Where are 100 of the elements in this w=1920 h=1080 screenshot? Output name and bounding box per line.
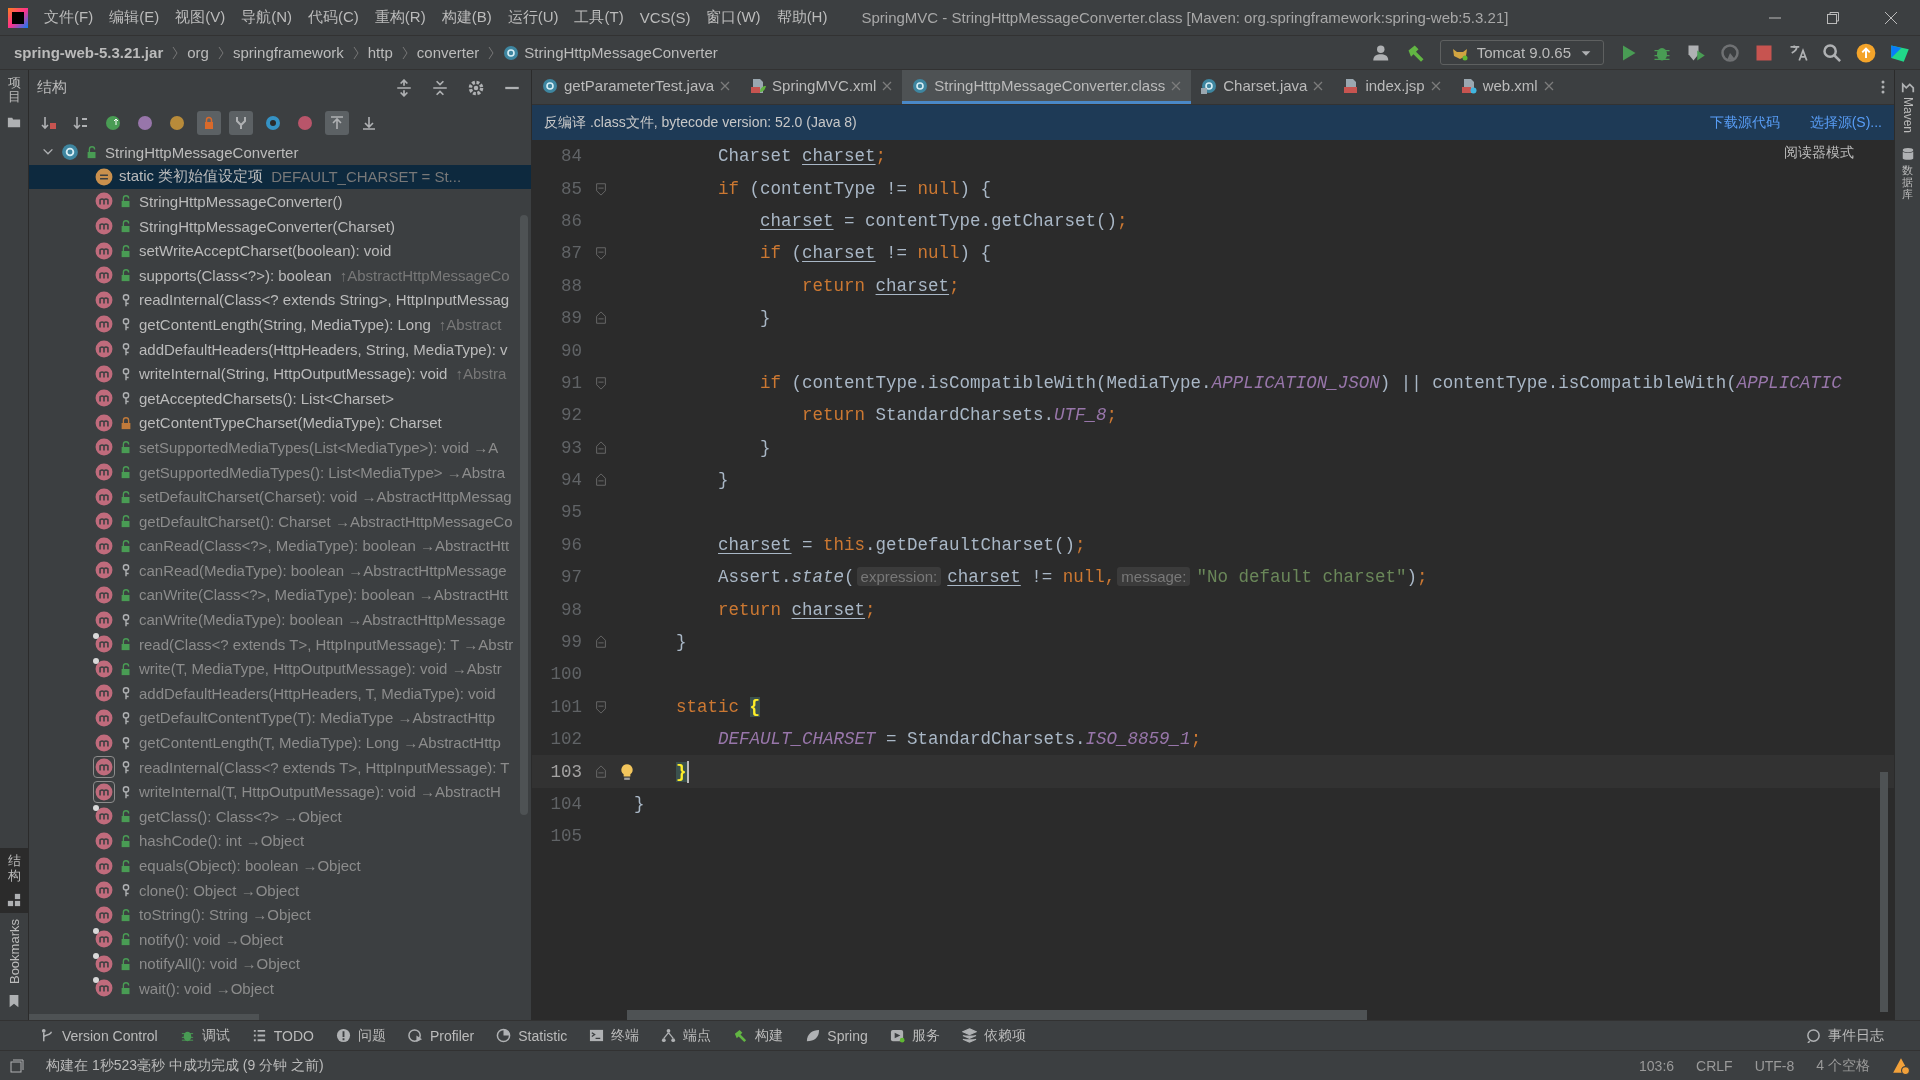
tree-item[interactable]: addDefaultHeaders(HttpHeaders, String, MediaType): v <box>139 340 508 358</box>
tree-item[interactable]: canWrite(MediaType): boolean →AbstractHttpMessage <box>139 611 506 629</box>
scrollbar-thumb[interactable] <box>627 1010 1367 1020</box>
fold-marker-icon[interactable] <box>594 375 608 390</box>
tree-item[interactable]: notify(): void →Object <box>139 930 284 948</box>
tool-window-button[interactable]: 服务 <box>889 1026 940 1045</box>
tree-item[interactable]: canRead(Class<?>, MediaType): boolean →AbstractHtt <box>139 537 510 555</box>
editor-tab[interactable]: StringHttpMessageConverter.class <box>902 70 1192 104</box>
tree-item[interactable]: getDefaultCharset(): Charset →AbstractHttpMessageCo <box>139 512 513 530</box>
run-configuration-dropdown[interactable]: Tomcat 9.0.65 <box>1439 40 1604 65</box>
breadcrumb-item[interactable]: org <box>187 44 209 61</box>
fold-marker-icon[interactable] <box>594 311 608 326</box>
tree-item[interactable]: canRead(MediaType): boolean →AbstractHttpMessage <box>139 561 507 579</box>
tree-item[interactable]: getContentLength(String, MediaType): Long <box>139 315 431 333</box>
banner-link[interactable]: 选择源(S)... <box>1809 113 1882 132</box>
close-icon[interactable] <box>1313 80 1324 91</box>
tree-item[interactable]: toString(): String →Object <box>139 906 311 924</box>
status-item[interactable]: CRLF <box>1696 1057 1733 1074</box>
fold-marker-icon[interactable] <box>594 440 608 455</box>
tool-window-button[interactable]: 终端 <box>589 1026 640 1045</box>
banner-link[interactable]: 下载源代码 <box>1709 113 1780 132</box>
fold-marker-icon[interactable] <box>594 246 608 261</box>
tree-item[interactable]: getDefaultContentType(T): MediaType →AbstractHttp <box>139 709 495 727</box>
tree-item[interactable]: getSupportedMediaTypes(): List<MediaType> →Abstra <box>139 463 506 481</box>
update-icon[interactable] <box>1856 42 1876 63</box>
tree-item[interactable]: setSupportedMediaTypes(List<MediaType>): void →A <box>139 438 499 456</box>
expand-all-icon[interactable] <box>395 78 413 97</box>
tree-item[interactable]: clone(): Object →Object <box>139 881 300 899</box>
profiler-icon[interactable] <box>1720 42 1740 63</box>
notification-icon[interactable] <box>1892 1056 1910 1075</box>
status-item[interactable]: UTF-8 <box>1754 1057 1795 1074</box>
tree-item[interactable]: getContentTypeCharset(MediaType): Charset <box>139 414 442 432</box>
more-icon[interactable] <box>1880 79 1886 95</box>
status-item[interactable]: 103:6 <box>1639 1057 1675 1074</box>
scrollbar-thumb[interactable] <box>1880 772 1888 1012</box>
tree-item[interactable]: read(Class<? extends T>, HttpInputMessage): T →Abstr <box>139 635 514 653</box>
settings-icon[interactable] <box>467 78 485 97</box>
menu-item[interactable]: VCS(S) <box>631 5 699 30</box>
fold-marker-icon[interactable] <box>594 699 608 714</box>
menu-item[interactable]: 重构(R) <box>366 4 434 31</box>
tool-window-button[interactable]: Profiler <box>407 1027 475 1044</box>
tool-window-button[interactable]: Version Control <box>40 1027 158 1044</box>
menu-item[interactable]: 文件(F) <box>36 4 102 31</box>
tree-item[interactable]: StringHttpMessageConverter(Charset) <box>139 217 395 235</box>
tool-window-button[interactable]: Statistic <box>496 1027 568 1044</box>
tool-window-button[interactable]: TODO <box>251 1027 314 1044</box>
close-icon[interactable] <box>1430 80 1441 91</box>
panel-toggle-icon[interactable] <box>10 1058 24 1073</box>
menu-item[interactable]: 编辑(E) <box>101 4 168 31</box>
editor-tab[interactable]: index.jsp <box>1333 70 1451 104</box>
tree-item[interactable]: hashCode(): int →Object <box>139 832 305 850</box>
autoscroll-to-toggle[interactable] <box>325 110 349 135</box>
tree-item[interactable]: wait(): void →Object <box>139 980 275 997</box>
menu-item[interactable]: 运行(U) <box>499 4 567 31</box>
tool-window-button[interactable]: 问题 <box>335 1026 386 1045</box>
menu-item[interactable]: 代码(C) <box>300 4 367 31</box>
lightbulb-icon[interactable] <box>618 762 636 781</box>
tree-item[interactable]: setWriteAcceptCharset(boolean): void <box>139 242 392 260</box>
fold-marker-icon[interactable] <box>594 764 608 779</box>
menu-item[interactable]: 帮助(H) <box>768 4 836 31</box>
fold-marker-icon[interactable] <box>594 635 608 650</box>
reader-mode-button[interactable]: 阅读器模式 <box>1784 144 1854 162</box>
tree-item[interactable]: getContentLength(T, MediaType): Long →AbstractHttp <box>139 734 501 752</box>
fold-marker-icon[interactable] <box>594 181 608 196</box>
non-public-toggle[interactable] <box>197 110 221 135</box>
tree-item[interactable]: StringHttpMessageConverter() <box>139 193 343 210</box>
tree-item[interactable]: supports(Class<?>): boolean <box>139 266 332 284</box>
tool-window-button[interactable]: 项目 <box>1 70 27 111</box>
restore-icon[interactable] <box>1826 10 1840 25</box>
editor-tab[interactable]: SpringMVC.xml <box>740 70 903 104</box>
tree-item[interactable]: getClass(): Class<?> →Object <box>139 807 342 825</box>
close-icon[interactable] <box>882 80 893 91</box>
tree-item[interactable]: static 类初始值设定项 <box>119 167 264 187</box>
tool-window-button[interactable]: Spring <box>805 1027 868 1044</box>
editor-tab[interactable]: Charset.java <box>1191 70 1334 104</box>
tool-window-button[interactable]: 端点 <box>661 1026 712 1045</box>
menu-item[interactable]: 窗口(W) <box>698 4 769 31</box>
tool-window-button[interactable]: Bookmarks <box>0 912 28 990</box>
event-log-button[interactable]: 事件日志 <box>1806 1026 1884 1045</box>
search-icon[interactable] <box>1822 42 1842 63</box>
breadcrumb-item[interactable]: StringHttpMessageConverter <box>524 44 718 61</box>
tree-item[interactable]: getAcceptedCharsets(): List<Charset> <box>139 389 395 407</box>
tree-item[interactable]: notifyAll(): void →Object <box>139 955 300 973</box>
anonymous-toggle[interactable] <box>229 110 253 135</box>
tool-window-button[interactable]: Maven <box>1900 97 1915 134</box>
close-icon[interactable] <box>1543 80 1554 91</box>
tool-window-button[interactable]: 调试 <box>179 1026 230 1045</box>
tree-item[interactable]: readInternal(Class<? extends T>, HttpInputMessage): T <box>139 758 510 776</box>
tree-item[interactable]: equals(Object): boolean →Object <box>139 857 361 874</box>
tree-item[interactable]: StringHttpMessageConverter <box>105 143 299 161</box>
editor-tab[interactable]: getParameterTest.java <box>532 70 741 104</box>
tree-item[interactable]: writeInternal(String, HttpOutputMessage): void <box>139 365 448 383</box>
breadcrumb-item[interactable]: http <box>367 44 393 61</box>
breadcrumb-item[interactable]: spring-web-5.3.21.jar <box>14 44 164 61</box>
breadcrumb-item[interactable]: converter <box>416 44 480 61</box>
close-icon[interactable] <box>720 80 731 91</box>
tree-item[interactable]: setDefaultCharset(Charset): void →AbstractHttpMessag <box>139 488 512 506</box>
tree-item[interactable]: canWrite(Class<?>, MediaType): boolean →AbstractHtt <box>139 586 509 604</box>
status-item[interactable]: 4 个空格 <box>1816 1056 1870 1075</box>
tool-window-button[interactable]: 构建 <box>733 1026 784 1045</box>
